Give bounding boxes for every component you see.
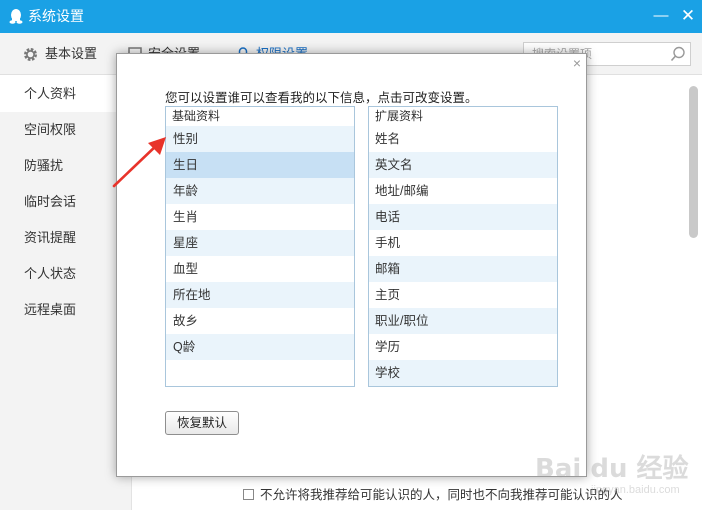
sidebar-item-personal-status[interactable]: 个人状态	[0, 256, 131, 292]
close-button[interactable]: ✕	[675, 4, 701, 28]
sidebar-item-personal-info[interactable]: 个人资料	[0, 76, 131, 112]
list-item[interactable]: 生肖	[166, 204, 354, 230]
minimize-button[interactable]: —	[648, 4, 674, 28]
gear-icon	[24, 48, 37, 62]
list-item[interactable]: 血型	[166, 256, 354, 282]
main-scrollbar[interactable]	[689, 86, 698, 238]
recommend-checkbox[interactable]	[243, 489, 254, 500]
list-item[interactable]: 手机	[369, 230, 557, 256]
tab-label: 基本设置	[45, 46, 98, 61]
basic-info-list: 基础资料 性别 生日 年龄 生肖 星座 血型 所在地 故乡 Q龄	[165, 106, 355, 387]
annotation-arrow-icon	[112, 137, 166, 188]
restore-defaults-button[interactable]: 恢复默认	[165, 411, 239, 435]
list-item[interactable]: 性别	[166, 126, 354, 152]
list-item[interactable]: 职业/职位	[369, 308, 557, 334]
search-icon[interactable]	[670, 46, 686, 62]
list-item[interactable]: 学校	[369, 360, 557, 386]
sidebar-item-news-reminder[interactable]: 资讯提醒	[0, 220, 131, 256]
list-item[interactable]: 故乡	[166, 308, 354, 334]
window-title: 系统设置	[28, 8, 84, 24]
baidu-watermark: Bai du 经验 jingyan.baidu.com	[535, 432, 695, 506]
list-item[interactable]: 电话	[369, 204, 557, 230]
list-item[interactable]: 年龄	[166, 178, 354, 204]
list-item[interactable]: 姓名	[369, 126, 557, 152]
list-item[interactable]: 学历	[369, 334, 557, 360]
list-item[interactable]: 邮箱	[369, 256, 557, 282]
list-item[interactable]: 主页	[369, 282, 557, 308]
list-item[interactable]: 所在地	[166, 282, 354, 308]
privacy-dialog: × 您可以设置谁可以查看我的以下信息，点击可改变设置。 基础资料 性别 生日 年…	[116, 53, 587, 477]
list-item[interactable]: Q龄	[166, 334, 354, 360]
list-header: 扩展资料	[375, 109, 424, 123]
watermark-brand: Bai du 经验	[535, 454, 689, 484]
list-item[interactable]: 地址/邮编	[369, 178, 557, 204]
sidebar-item-remote-desktop[interactable]: 远程桌面	[0, 292, 131, 328]
dialog-intro-text: 您可以设置谁可以查看我的以下信息，点击可改变设置。	[165, 91, 478, 105]
watermark-url: jingyan.baidu.com	[591, 484, 680, 496]
tab-basic-settings[interactable]: 基本设置	[22, 33, 97, 75]
dialog-close-button[interactable]: ×	[568, 54, 586, 72]
extended-info-list: 扩展资料 姓名 英文名 地址/邮编 电话 手机 邮箱 主页 职业/职位 学历 学…	[368, 106, 558, 387]
list-item[interactable]: 星座	[166, 230, 354, 256]
list-item[interactable]: 英文名	[369, 152, 557, 178]
qq-penguin-icon	[9, 9, 23, 24]
list-item-selected[interactable]: 生日	[166, 152, 354, 178]
list-header: 基础资料	[172, 109, 221, 123]
title-bar: 系统设置 — ✕	[0, 0, 702, 33]
